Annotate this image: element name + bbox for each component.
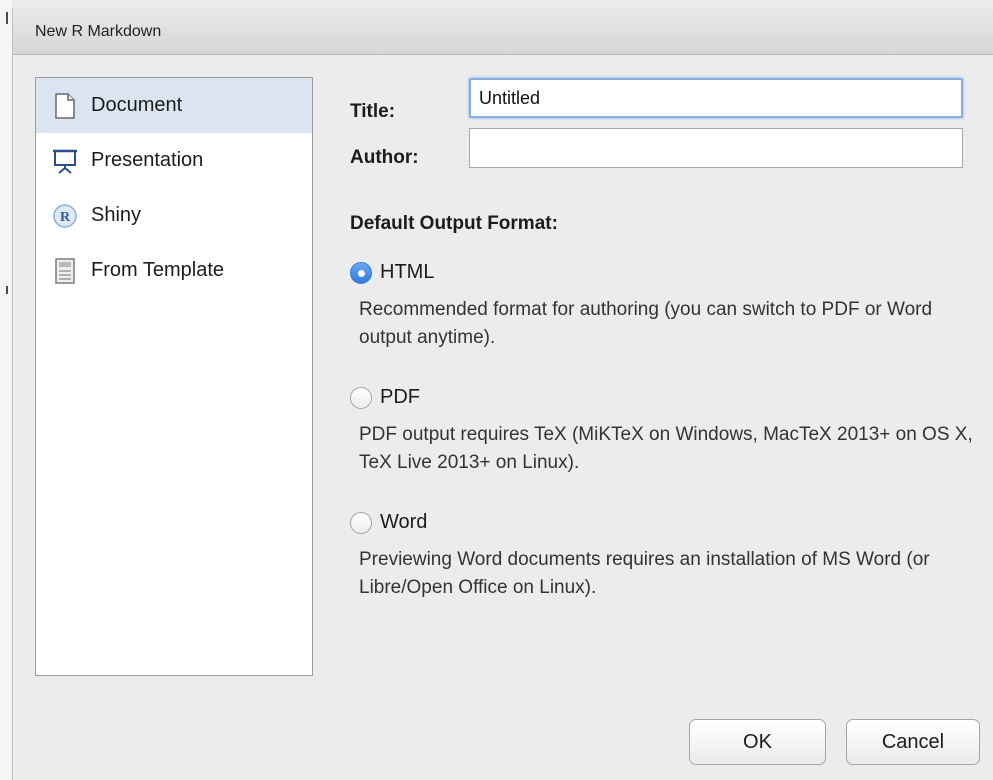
author-label: Author:	[350, 147, 419, 168]
html-radio[interactable]	[350, 261, 372, 284]
edge-mark	[6, 12, 8, 24]
output-option-label: PDF	[380, 386, 420, 408]
edge-mark	[6, 286, 8, 294]
output-option-pdf[interactable]: PDF	[350, 386, 420, 409]
default-output-format-heading: Default Output Format:	[350, 213, 558, 234]
presentation-icon	[52, 148, 78, 174]
html-description: Recommended format for authoring (you ca…	[359, 299, 933, 348]
word-description: Previewing Word documents requires an in…	[359, 549, 930, 598]
pdf-description: PDF output requires TeX (MiKTeX on Windo…	[359, 424, 973, 473]
svg-text:R: R	[60, 210, 71, 225]
new-r-markdown-dialog: New R Markdown Document Presentation R S…	[12, 8, 993, 780]
title-input[interactable]	[469, 78, 963, 118]
output-option-label: Word	[380, 511, 428, 533]
sidebar-item-shiny[interactable]: R Shiny	[36, 188, 312, 243]
author-input[interactable]	[469, 128, 963, 168]
sidebar-item-label: From Template	[91, 259, 225, 281]
output-option-html[interactable]: HTML	[350, 261, 434, 284]
sidebar-item-from-template[interactable]: From Template	[36, 243, 312, 298]
word-radio[interactable]	[350, 511, 372, 534]
shiny-icon: R	[52, 203, 78, 229]
output-option-word[interactable]: Word	[350, 511, 427, 534]
template-icon	[52, 257, 78, 284]
sidebar-item-label: Shiny	[91, 204, 142, 226]
output-option-label: HTML	[380, 261, 435, 283]
dialog-title: New R Markdown	[35, 23, 162, 40]
title-label: Title:	[350, 101, 396, 122]
ok-button[interactable]: OK	[689, 719, 826, 765]
pdf-radio[interactable]	[350, 386, 372, 409]
document-icon	[52, 92, 78, 119]
cancel-button[interactable]: Cancel	[846, 719, 980, 765]
dialog-titlebar: New R Markdown	[13, 8, 993, 55]
document-type-list: Document Presentation R Shiny From Templ…	[35, 77, 313, 676]
sidebar-item-label: Presentation	[91, 149, 204, 171]
background-window-edge	[0, 0, 12, 780]
sidebar-item-presentation[interactable]: Presentation	[36, 133, 312, 188]
sidebar-item-label: Document	[91, 94, 183, 116]
sidebar-item-document[interactable]: Document	[36, 78, 312, 133]
